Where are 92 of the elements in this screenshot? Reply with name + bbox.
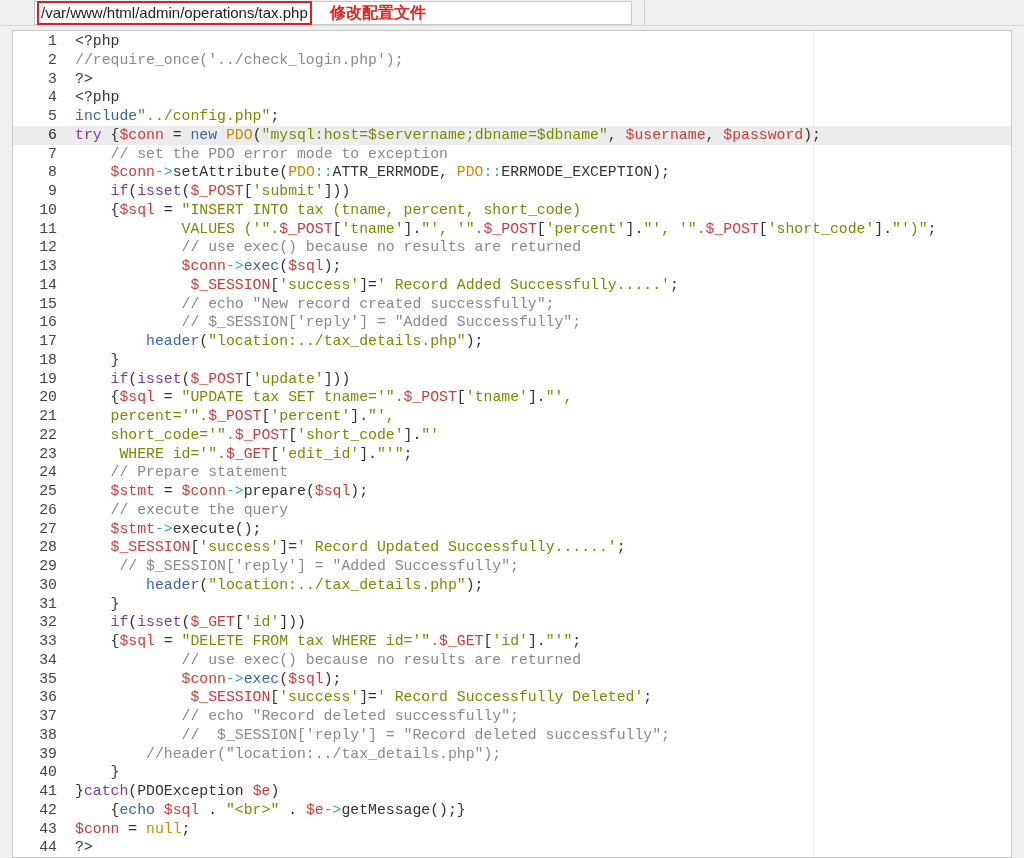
- line-number: 15: [38, 294, 57, 314]
- line-number: 7: [47, 144, 57, 164]
- code-line: short_code='".$_POST['short_code']."': [110, 425, 440, 445]
- code-line: {echo $sql . "<br>" . $e->getMessage();}: [110, 800, 466, 820]
- line-number: 25: [38, 482, 57, 501]
- line-number: 23: [38, 444, 57, 464]
- code-line: ?>: [75, 69, 93, 89]
- line-number: 35: [38, 669, 57, 689]
- line-number: 19: [38, 369, 57, 389]
- line-number: 21: [38, 407, 57, 426]
- code-line: WHERE id='".$_GET['edit_id']."'";: [119, 444, 413, 464]
- line-number: 37: [38, 707, 57, 726]
- line-number: 26: [38, 500, 57, 520]
- code-line: {$sql = "UPDATE tax SET tname='".$_POST['tname']."',: [110, 388, 573, 407]
- line-number: 5: [47, 107, 57, 126]
- code-line: <?php: [75, 32, 120, 51]
- code-line: // use exec() because no results are returned: [181, 650, 582, 670]
- line-number: 6: [47, 125, 57, 145]
- code-line: $conn->exec($sql);: [181, 257, 342, 276]
- code-line: $_SESSION['success']=' Record Successfully Deleted';: [190, 688, 653, 707]
- code-line: try {$conn = new PDO("mysql:host=$servername;dbname=$dbname", $username, $password);: [75, 125, 821, 145]
- file-path: /var/www/html/admin/operations/tax.php: [37, 0, 312, 25]
- code-line: {$sql = "DELETE FROM tax WHERE id='".$_GET['id']."'";: [110, 632, 582, 651]
- line-number: 3: [47, 69, 57, 89]
- code-line: // execute the query: [110, 500, 289, 520]
- code-line: // Prepare statement: [110, 463, 289, 482]
- code-line: if(isset($_GET['id'])): [110, 613, 306, 632]
- line-number: 13: [38, 257, 57, 276]
- code-line: $conn = null;: [75, 819, 191, 839]
- code-line: // $_SESSION['reply'] = "Added Successfully";: [119, 557, 519, 576]
- code-line: }: [110, 350, 120, 370]
- line-number: 43: [38, 819, 57, 839]
- line-number: 12: [38, 238, 57, 257]
- code-line: <?php: [75, 88, 120, 107]
- line-number: 34: [38, 650, 57, 670]
- line-number: 2: [47, 50, 57, 70]
- line-number: 16: [38, 313, 57, 332]
- line-number: 1: [47, 32, 57, 51]
- code-line: // $_SESSION['reply'] = "Record deleted successfully";: [181, 725, 670, 745]
- line-number: 10: [38, 200, 57, 220]
- line-number: 9: [47, 182, 57, 201]
- code-line: if(isset($_POST['submit'])): [110, 182, 351, 201]
- code-line: // echo "Record deleted successfully";: [181, 707, 519, 726]
- code-line: header("location:../tax_details.php");: [146, 575, 484, 595]
- line-number: 40: [38, 763, 57, 782]
- line-number: 33: [38, 632, 57, 651]
- annotation-label: 修改配置文件: [329, 2, 426, 23]
- code-line: ?>: [75, 838, 93, 857]
- line-number: 39: [38, 744, 57, 764]
- line-number: 36: [38, 688, 57, 707]
- code-line: $stmt = $conn->prepare($sql);: [110, 482, 369, 501]
- line-number: 31: [38, 594, 57, 614]
- line-number: 29: [38, 557, 57, 576]
- code-line: //header("location:../tax_details.php");: [146, 744, 502, 764]
- line-number: 30: [38, 575, 57, 595]
- code-line: }: [110, 594, 120, 614]
- line-number: 28: [38, 538, 57, 557]
- code-line: }: [110, 763, 120, 782]
- code-line: // $_SESSION['reply'] = "Added Successfully";: [181, 313, 582, 332]
- code-line: $stmt->execute();: [110, 519, 262, 539]
- path-field[interactable]: /var/www/html/admin/operations/tax.php 修改配置文件: [34, 0, 632, 25]
- code-line: VALUES ('".$_POST['tname']."', '".$_POST['percent']."', '".$_POST['short_code']."')";: [181, 219, 937, 239]
- line-number: 8: [47, 163, 57, 182]
- line-number: 32: [38, 613, 57, 632]
- code-line: // echo "New record created successfully";: [181, 294, 555, 314]
- code-line: $conn->exec($sql);: [181, 669, 342, 689]
- code-line: // set the PDO error mode to exception: [110, 144, 448, 164]
- code-line: $conn->setAttribute(PDO::ATTR_ERRMODE, PDO::ERRMODE_EXCEPTION);: [110, 163, 670, 182]
- code-line: //require_once('../check_login.php');: [75, 50, 404, 70]
- line-number: 38: [38, 725, 57, 745]
- line-number: 20: [38, 388, 57, 407]
- line-number: 24: [38, 463, 57, 482]
- line-number: 18: [38, 350, 57, 370]
- line-number: 4: [47, 88, 57, 107]
- line-number: 22: [38, 425, 57, 445]
- line-number: 27: [38, 519, 57, 539]
- code-line: // use exec() because no results are returned: [181, 238, 582, 257]
- line-number: 41: [38, 782, 57, 801]
- code-line: {$sql = "INSERT INTO tax (tname, percent, short_code): [110, 200, 582, 220]
- line-number: 17: [38, 332, 57, 351]
- code-line: if(isset($_POST['update'])): [110, 369, 351, 389]
- line-number: 44: [38, 838, 57, 857]
- line-number: 14: [38, 275, 57, 295]
- code-line: $_SESSION['success']=' Record Added Successfully.....';: [190, 275, 679, 295]
- code-line: $_SESSION['success']=' Record Updated Successfully......';: [110, 538, 626, 557]
- code-line: include"../config.php";: [75, 107, 280, 126]
- line-number: 42: [38, 800, 57, 820]
- code-line: header("location:../tax_details.php");: [146, 332, 484, 351]
- code-line: }catch(PDOException $e): [75, 782, 280, 801]
- line-number: 11: [38, 219, 57, 239]
- code-line: percent='".$_POST['percent']."',: [110, 407, 395, 426]
- code-editor[interactable]: [12, 30, 1012, 858]
